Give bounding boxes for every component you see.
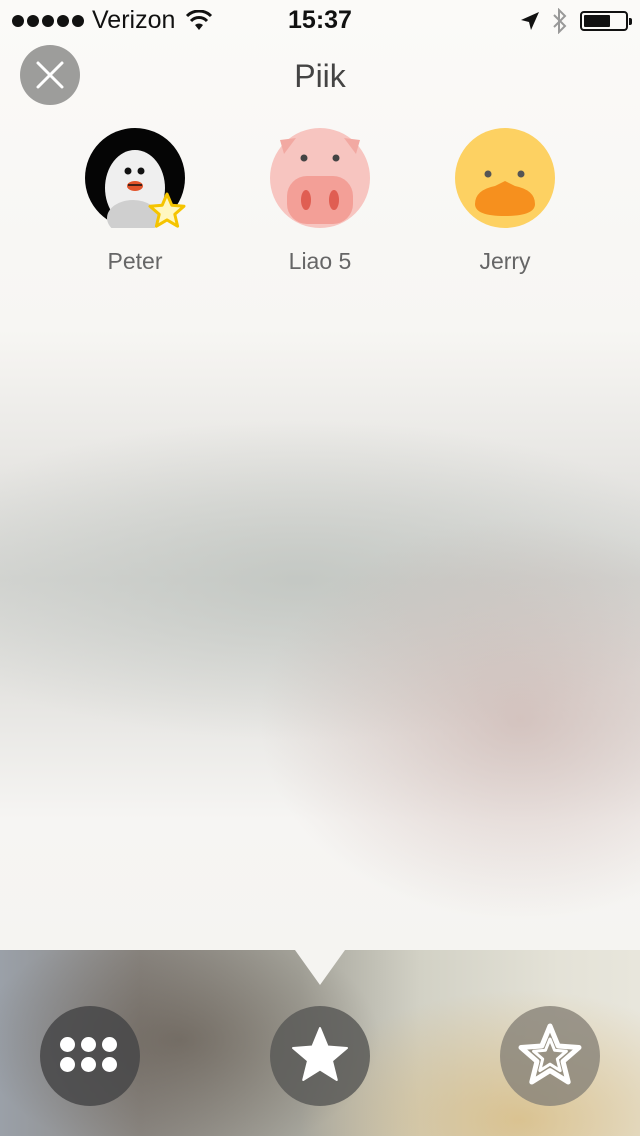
friend-item-peter[interactable]: Peter <box>65 128 205 275</box>
star-filled-icon <box>292 1027 348 1081</box>
friend-item-liao[interactable]: Liao 5 <box>250 128 390 275</box>
friend-name: Jerry <box>479 248 531 274</box>
favorite-star-icon <box>148 192 186 228</box>
page-title: Piik <box>294 58 346 94</box>
favorites-button[interactable] <box>270 1006 370 1106</box>
status-right <box>520 8 632 34</box>
grid-menu-button[interactable] <box>40 1006 140 1106</box>
battery-icon <box>580 11 632 31</box>
location-arrow-icon <box>521 12 539 30</box>
friend-name: Liao 5 <box>288 248 352 274</box>
status-bar: Verizon 15:37 <box>0 0 640 40</box>
star-outline-icon <box>518 1023 582 1085</box>
duck-avatar <box>455 128 555 228</box>
pig-avatar <box>270 128 370 228</box>
penguin-avatar <box>85 128 186 236</box>
bluetooth-icon <box>553 8 567 34</box>
grid-icon <box>60 1037 117 1072</box>
star-outline-button[interactable] <box>500 1006 600 1106</box>
friend-item-jerry[interactable]: Jerry <box>435 128 575 275</box>
selection-pointer <box>295 950 345 985</box>
friend-name: Peter <box>107 248 163 274</box>
